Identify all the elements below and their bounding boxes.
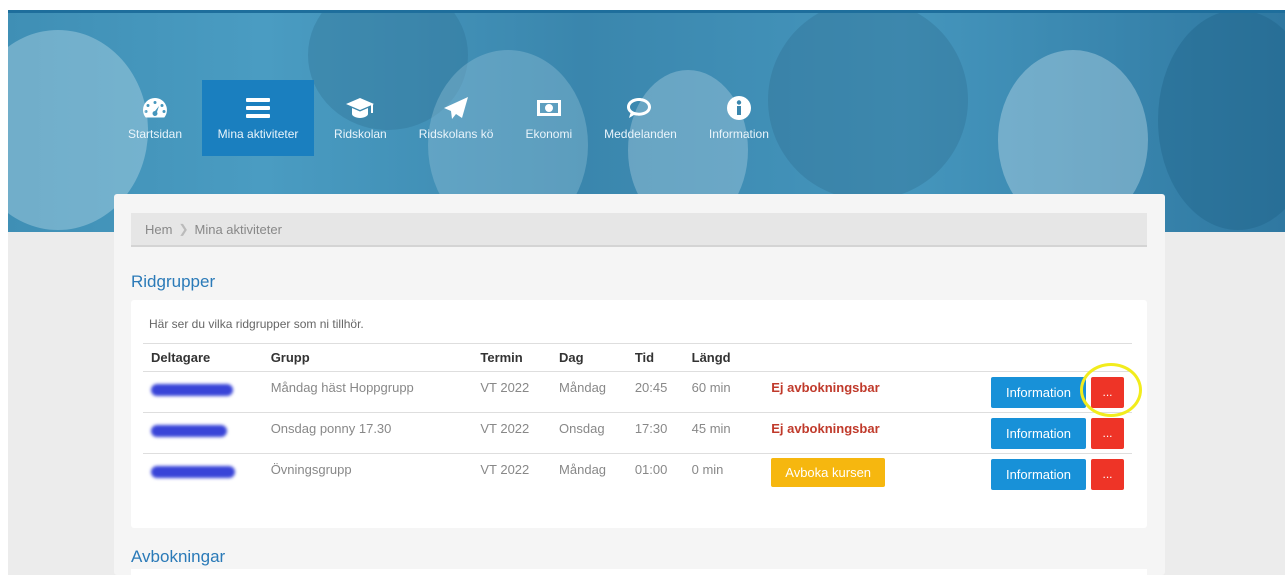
nav-item-ridskolan[interactable]: Ridskolan: [322, 80, 399, 156]
paper-plane-icon: [444, 97, 469, 119]
information-button[interactable]: Information: [991, 418, 1086, 449]
more-options-button[interactable]: ...: [1091, 377, 1124, 408]
panel-intro-text: Här ser du vilka ridgrupper som ni tillh…: [149, 317, 364, 331]
column-header: Längd: [683, 343, 764, 372]
column-header: Deltagare: [143, 343, 263, 372]
nav-label: Meddelanden: [604, 127, 677, 141]
ridgrupper-panel: Här ser du vilka ridgrupper som ni tillh…: [131, 300, 1147, 528]
cell-langd: 45 min: [683, 412, 764, 454]
more-options-button[interactable]: ...: [1091, 459, 1124, 490]
money-icon: [536, 100, 561, 116]
redaction-scribble: [151, 466, 235, 478]
column-header-empty: [983, 343, 1132, 372]
breadcrumb-current: Mina aktiviteter: [194, 221, 282, 237]
participant-redacted: [143, 371, 263, 413]
redaction-scribble: [151, 425, 227, 437]
information-button[interactable]: Information: [991, 377, 1086, 408]
nav-label: Information: [708, 127, 769, 141]
more-options-button[interactable]: ...: [1091, 418, 1124, 449]
cell-cancel: Avboka kursen: [763, 453, 983, 495]
redaction-scribble: [151, 384, 233, 396]
nav-item-mina-aktiviteter[interactable]: Mina aktiviteter: [202, 80, 315, 156]
column-header: Termin: [472, 343, 552, 372]
column-header: Dag: [551, 343, 627, 372]
cancel-course-button[interactable]: Avboka kursen: [771, 458, 886, 487]
ridgrupper-table: Deltagare Grupp Termin Dag Tid Längd Mån…: [143, 343, 1132, 495]
section-title-avbokningar: Avbokningar: [131, 547, 226, 566]
cell-langd: 60 min: [683, 371, 764, 413]
top-strip: [8, 0, 1285, 10]
table-header-row: Deltagare Grupp Termin Dag Tid Längd: [143, 343, 1132, 372]
nav-label: Ekonomi: [525, 127, 573, 141]
column-header: Tid: [626, 343, 684, 372]
table-row: Onsdag ponny 17.30 VT 2022 Onsdag 17:30 …: [143, 412, 1132, 454]
nav-item-information[interactable]: Information: [697, 80, 781, 156]
information-button[interactable]: Information: [991, 459, 1086, 490]
status-not-cancellable: Ej avbokningsbar: [763, 371, 983, 413]
nav-item-startsidan[interactable]: Startsidan: [116, 80, 194, 156]
nav-label: Startsidan: [128, 127, 183, 141]
row-actions: Information...: [983, 371, 1132, 413]
chevron-right-icon: ❯: [178, 222, 189, 236]
dashboard-icon: [143, 98, 167, 118]
nav-label: Mina aktiviteter: [217, 127, 299, 141]
cell-dag: Onsdag: [551, 412, 627, 454]
avbokningar-panel: [131, 569, 1147, 579]
row-actions: Information...: [983, 453, 1132, 495]
breadcrumb: Hem ❯ Mina aktiviteter: [131, 213, 1147, 247]
cell-grupp: Måndag häst Hoppgrupp: [262, 371, 473, 413]
nav-label: Ridskolans kö: [418, 127, 494, 141]
cell-termin: VT 2022: [472, 453, 552, 495]
status-not-cancellable: Ej avbokningsbar: [763, 412, 983, 454]
participant-redacted: [143, 453, 263, 495]
cell-termin: VT 2022: [472, 371, 552, 413]
nav-item-ekonomi[interactable]: Ekonomi: [513, 80, 584, 156]
main-nav: Startsidan Mina aktiviteter Ridskolan Ri…: [116, 80, 781, 156]
chat-icon: [627, 98, 652, 118]
table-row: Övningsgrupp VT 2022 Måndag 01:00 0 min …: [143, 453, 1132, 495]
row-actions: Information...: [983, 412, 1132, 454]
cell-grupp: Onsdag ponny 17.30: [262, 412, 473, 454]
nav-label: Ridskolan: [334, 127, 387, 141]
nav-item-ridskolans-ko[interactable]: Ridskolans kö: [407, 80, 506, 156]
cell-tid: 17:30: [626, 412, 684, 454]
nav-item-meddelanden[interactable]: Meddelanden: [592, 80, 689, 156]
menu-icon: [246, 98, 271, 118]
breadcrumb-home[interactable]: Hem: [145, 222, 172, 237]
column-header: Grupp: [262, 343, 473, 372]
cell-tid: 01:00: [626, 453, 684, 495]
column-header-empty: [763, 343, 983, 372]
info-icon: [726, 96, 751, 120]
cell-termin: VT 2022: [472, 412, 552, 454]
header-top-line: [8, 10, 1285, 13]
table-row: Måndag häst Hoppgrupp VT 2022 Måndag 20:…: [143, 371, 1132, 413]
section-title-ridgrupper: Ridgrupper: [131, 272, 216, 291]
cell-dag: Måndag: [551, 453, 627, 495]
cell-dag: Måndag: [551, 371, 627, 413]
cell-langd: 0 min: [683, 453, 764, 495]
cell-grupp: Övningsgrupp: [262, 453, 473, 495]
graduation-cap-icon: [346, 98, 375, 118]
cell-tid: 20:45: [626, 371, 684, 413]
participant-redacted: [143, 412, 263, 454]
